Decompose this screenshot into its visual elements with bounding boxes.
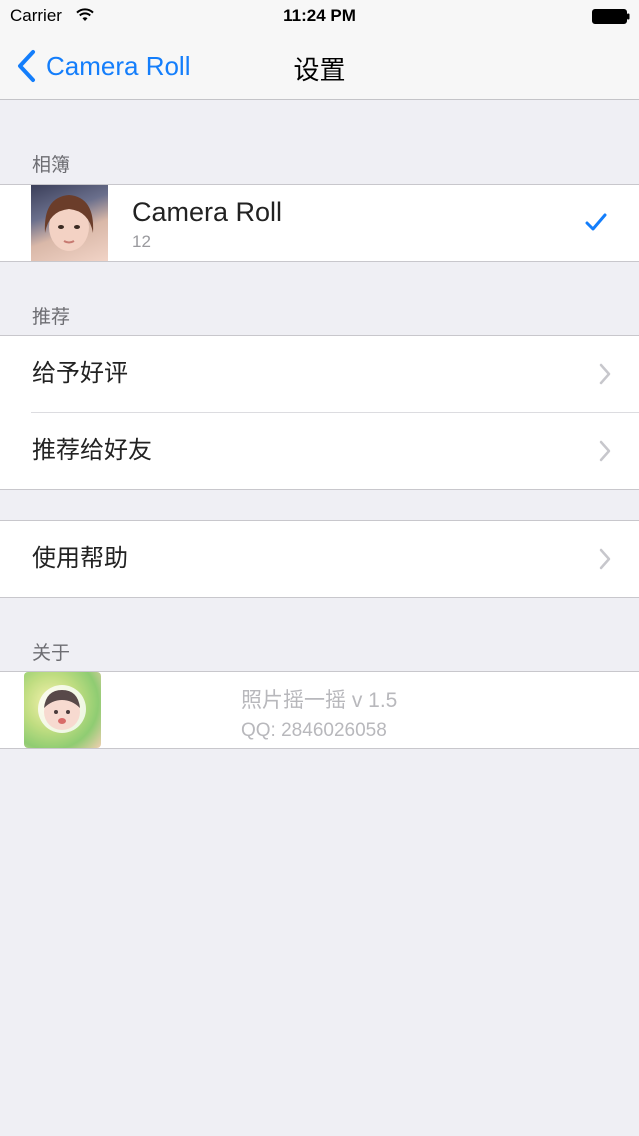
rate-app-label: 给予好评 [32,360,128,387]
app-logo-icon [24,672,101,748]
portrait-image-icon [44,195,94,251]
checkmark-icon [585,213,607,231]
album-thumbnail [31,185,108,261]
share-friend-row[interactable]: 推荐给好友 [31,412,639,489]
qq-contact-label: QQ: 2846026058 [241,720,387,741]
section-header-about: 关于 [32,643,71,664]
navigation-bar: Carrier 11:24 PM Camera Roll 设置 [0,0,639,100]
album-row-camera-roll[interactable]: Camera Roll 12 [0,185,639,261]
chevron-right-icon [599,548,611,570]
share-friend-label: 推荐给好友 [32,437,152,464]
about-group: 照片摇一摇 v 1.5 QQ: 2846026058 [0,671,639,749]
recommend-group: 给予好评 推荐给好友 [0,335,639,490]
album-name: Camera Roll [132,197,283,227]
help-row[interactable]: 使用帮助 [0,521,639,597]
albums-group: Camera Roll 12 [0,184,639,262]
chevron-right-icon [599,363,611,385]
chevron-right-icon [599,440,611,462]
help-group: 使用帮助 [0,520,639,598]
page-title: 设置 [293,55,346,85]
section-header-albums: 相簿 [32,155,71,176]
settings-screen: Carrier 11:24 PM Camera Roll 设置 相簿 Camer… [0,0,639,1136]
about-row: 照片摇一摇 v 1.5 QQ: 2846026058 [0,672,639,748]
cartoon-face-icon [38,685,86,733]
status-time: 11:24 PM [283,6,356,25]
album-count: 12 [132,232,151,251]
app-version-label: 照片摇一摇 v 1.5 [241,689,398,712]
rate-app-row[interactable]: 给予好评 [0,336,639,412]
help-label: 使用帮助 [32,545,128,572]
section-header-recommend: 推荐 [32,307,71,328]
battery-icon [592,9,630,24]
